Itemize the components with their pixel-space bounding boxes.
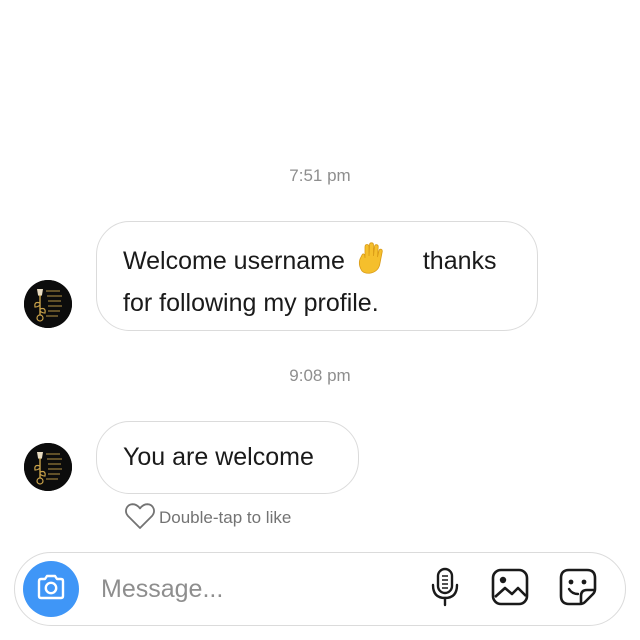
rose-candle-avatar-image bbox=[24, 280, 72, 328]
sticker-icon bbox=[558, 567, 598, 612]
message-timestamp: 7:51 pm bbox=[289, 166, 351, 185]
voice-message-button[interactable] bbox=[423, 567, 467, 611]
message-text: thanks bbox=[422, 247, 497, 275]
microphone-icon bbox=[431, 567, 459, 612]
message-text: Welcome username bbox=[123, 247, 345, 275]
sender-avatar[interactable] bbox=[24, 443, 72, 491]
message-text: for following my profile. bbox=[123, 289, 379, 317]
camera-button[interactable] bbox=[23, 561, 79, 617]
like-hint-label: Double-tap to like bbox=[159, 508, 292, 527]
sticker-button[interactable] bbox=[556, 567, 600, 611]
sender-avatar[interactable] bbox=[24, 280, 72, 328]
dm-thread-screen: 7:51 pm Welcome username thanks for follo… bbox=[0, 0, 640, 640]
message-timestamp: 9:08 pm bbox=[289, 366, 351, 385]
message-text: You are welcome bbox=[123, 443, 314, 471]
message-line: Welcome username thanks bbox=[123, 241, 511, 285]
message-input[interactable] bbox=[101, 567, 401, 611]
rose-candle-avatar-image bbox=[24, 443, 72, 491]
received-message-bubble[interactable]: Welcome username thanks for following my … bbox=[96, 221, 538, 331]
gallery-button[interactable] bbox=[488, 567, 532, 611]
camera-icon bbox=[36, 574, 66, 605]
received-message-bubble[interactable]: You are welcome bbox=[96, 421, 359, 494]
double-tap-like-hint[interactable]: Double-tap to like bbox=[124, 502, 292, 535]
heart-outline-icon bbox=[124, 502, 156, 535]
raised-hand-emoji-icon bbox=[353, 241, 387, 285]
gallery-icon bbox=[490, 567, 530, 612]
message-composer bbox=[14, 552, 626, 626]
